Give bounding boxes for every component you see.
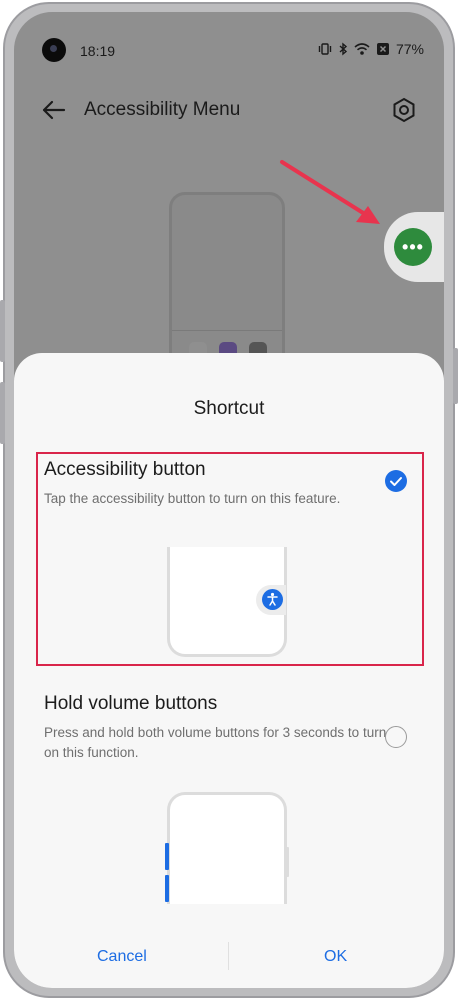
shortcut-bottom-sheet: Shortcut Accessibility button Tap the ac… xyxy=(14,353,444,988)
option-title: Hold volume buttons xyxy=(44,693,218,714)
option-description: Press and hold both volume buttons for 3… xyxy=(44,725,387,760)
phone-preview-dock xyxy=(172,330,282,331)
front-camera xyxy=(42,38,66,62)
more-icon[interactable]: ••• xyxy=(394,228,432,266)
device-side-button xyxy=(0,382,5,444)
phone-screen: 18:19 77% Accessibility Menu ••• Shortcu… xyxy=(14,12,444,988)
volume-down-indicator xyxy=(165,875,169,902)
status-bar: 18:19 77% xyxy=(14,12,444,62)
bluetooth-icon xyxy=(339,42,348,56)
volume-up-indicator xyxy=(165,843,169,870)
volume-buttons-illustration xyxy=(167,792,287,904)
app-bar: Accessibility Menu xyxy=(14,90,444,134)
power-button-indicator xyxy=(285,847,289,877)
device-side-button xyxy=(0,300,5,362)
back-arrow-icon[interactable] xyxy=(40,96,68,124)
annotation-arrow xyxy=(280,160,380,224)
status-time: 18:19 xyxy=(80,43,116,59)
radio-hold-volume-buttons[interactable] xyxy=(385,726,407,748)
no-signal-icon xyxy=(376,43,389,55)
battery-level: 77% xyxy=(395,41,424,57)
vibrate-icon xyxy=(318,43,332,55)
sheet-title: Shortcut xyxy=(193,398,265,419)
settings-icon[interactable] xyxy=(390,96,418,124)
page-title: Accessibility Menu xyxy=(84,99,241,120)
status-icons: 77% xyxy=(318,41,424,57)
annotation-highlight-box xyxy=(36,452,424,666)
ok-button[interactable]: OK xyxy=(324,948,347,966)
floating-menu-handle[interactable]: ••• xyxy=(384,212,444,282)
option-hold-volume-buttons[interactable]: Hold volume buttons Press and hold both … xyxy=(44,693,414,763)
sheet-actions: Cancel OK xyxy=(14,942,444,988)
wifi-icon xyxy=(354,43,370,55)
cancel-button[interactable]: Cancel xyxy=(97,948,147,966)
action-divider xyxy=(228,942,229,970)
device-side-button xyxy=(453,348,458,404)
